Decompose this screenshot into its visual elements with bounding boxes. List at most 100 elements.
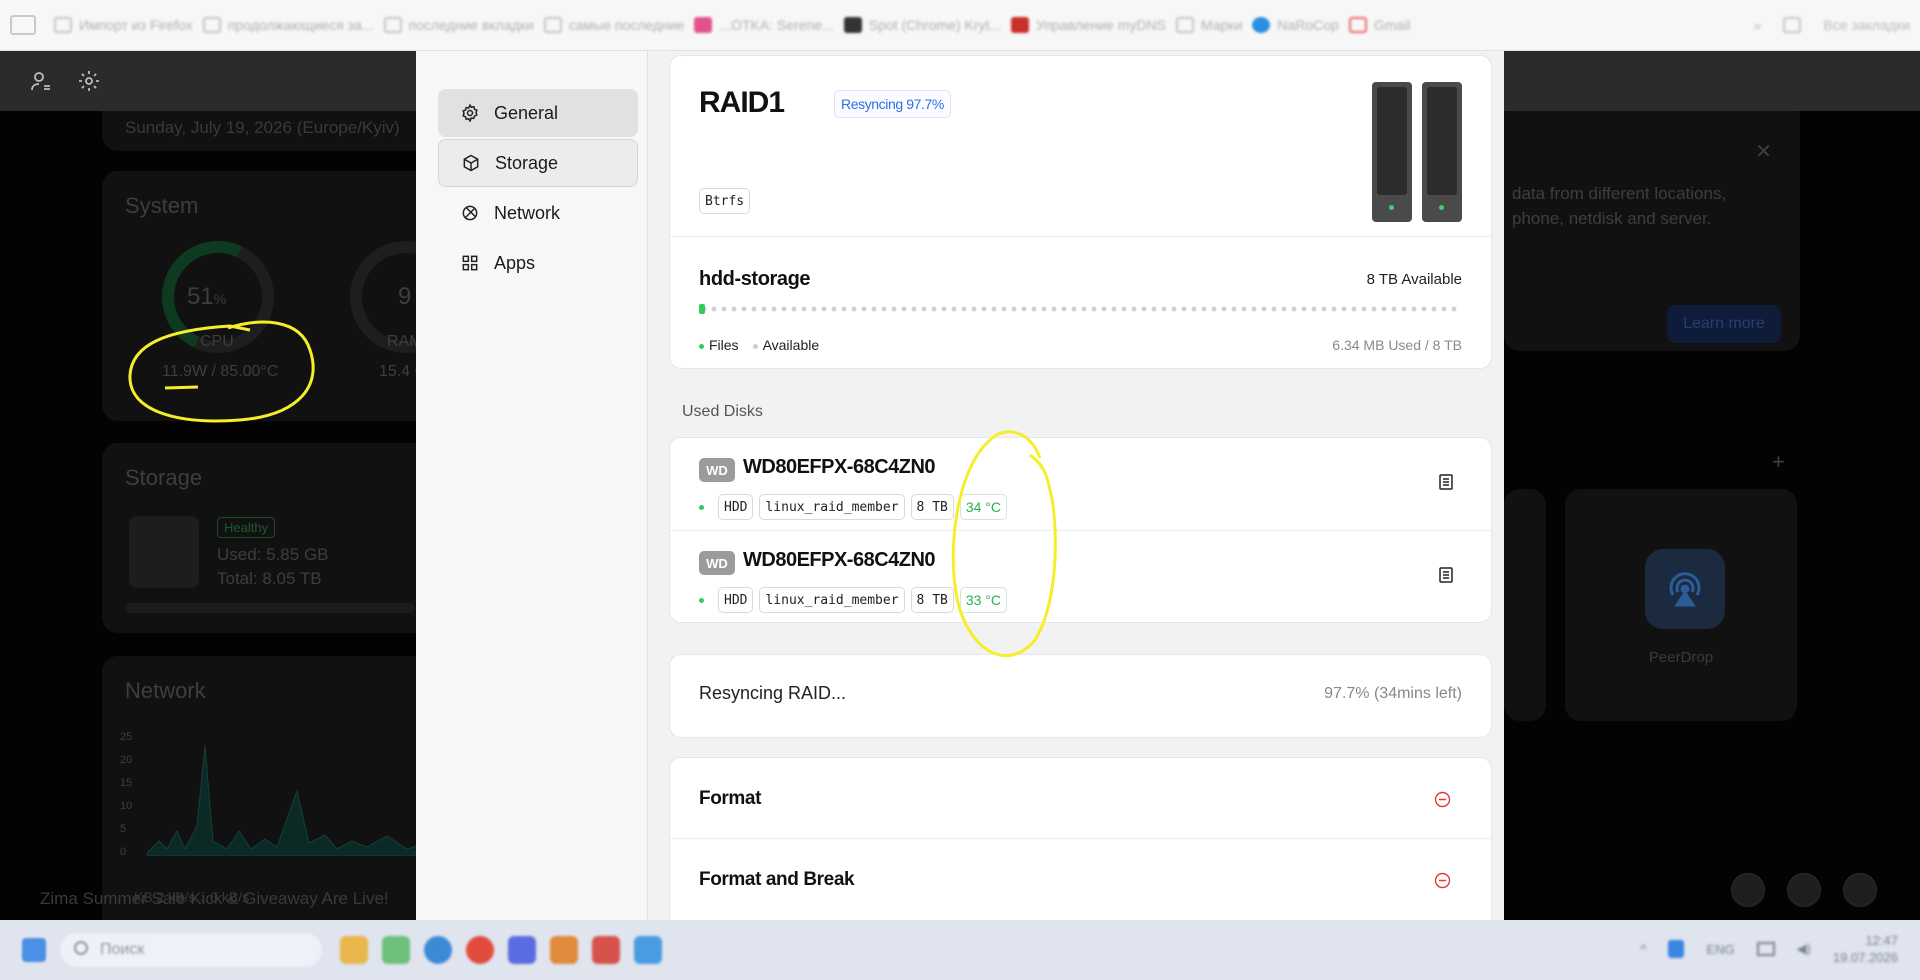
apps-icon (462, 255, 478, 271)
chevron-right-icon[interactable]: » (1754, 17, 1762, 33)
disk-model: WD80EFPX-68C4ZN0 (743, 456, 936, 478)
system-tray: ^ ENG ◀) 12:47 19.07.2026 (1640, 932, 1898, 966)
speaker-icon[interactable]: ◀) (1797, 941, 1811, 957)
bookmark-item[interactable]: последние вкладки (383, 17, 534, 33)
raid-title: RAID1 (699, 86, 785, 119)
calendar-icon[interactable] (508, 936, 536, 964)
nav-storage[interactable]: Storage (438, 139, 638, 187)
ram-percent: 9 (398, 283, 412, 310)
taskbar-search[interactable]: Поиск (60, 933, 322, 967)
apps-grid-icon[interactable] (10, 15, 36, 35)
raid-status-badge: Resyncing 97.7% (834, 90, 951, 118)
disk-role-tag: linux_raid_member (759, 587, 905, 613)
edge-icon[interactable] (424, 936, 452, 964)
resync-card: Resyncing RAID... 97.7% (34mins left) (669, 654, 1492, 738)
file-explorer-icon[interactable] (340, 936, 368, 964)
chat-icon[interactable] (1787, 873, 1821, 907)
cpu-detail: 11.9W / 85.00°C (162, 363, 279, 380)
document-icon[interactable] (1439, 474, 1453, 490)
network-rates: KB 2 kB/s ↓ 0 kB/s (134, 889, 250, 905)
bookmark-item[interactable]: Spot (Chrome) Kryt... (843, 17, 1001, 33)
bookmark-item[interactable]: Импорт из Firefox (54, 17, 193, 33)
minus-circle-icon[interactable] (1434, 791, 1451, 808)
drive-bay (1422, 82, 1462, 222)
bookmark-label: Марки (1201, 17, 1243, 33)
drive-led (1389, 205, 1394, 210)
user-settings-icon[interactable] (29, 69, 53, 93)
bookmark-icon (1011, 17, 1030, 33)
bookmarks-bar: Импорт из Firefox продолжающиеся за... п… (0, 0, 1920, 51)
language-indicator[interactable]: ENG (1706, 942, 1734, 957)
network-chart (147, 745, 432, 856)
folder-icon (543, 17, 562, 33)
pool-available: 8 TB Available (1366, 271, 1462, 288)
network-card: Network 25 20 15 10 5 0 (102, 656, 432, 920)
disk-row[interactable]: WD WD80EFPX-68C4ZN0 HDD linux_raid_membe… (670, 438, 1491, 530)
nav-label: Storage (495, 152, 559, 173)
app-tile[interactable] (1504, 489, 1546, 721)
format-card: Format Format and Break (669, 757, 1492, 920)
bookmark-item[interactable]: ...OTKA: Serene... (694, 17, 834, 33)
peerdrop-tile[interactable]: PeerDrop (1565, 489, 1797, 721)
disk-type-tag: HDD (718, 494, 754, 520)
network-title: Network (125, 678, 206, 703)
bookmark-label: NaRoCop (1277, 17, 1339, 33)
drive-led (1439, 205, 1444, 210)
bookmark-label: Импорт из Firefox (79, 17, 193, 33)
bookmark-icon (694, 17, 713, 33)
network-y-ticks: 25 20 15 10 5 0 (120, 731, 133, 858)
bookmark-label: последние вкладки (408, 17, 534, 33)
peerdrop-label: PeerDrop (1648, 649, 1714, 666)
document-icon[interactable] (1439, 567, 1453, 583)
nav-label: Apps (494, 252, 536, 273)
app-icon[interactable] (382, 936, 410, 964)
disk-status-dot (699, 597, 704, 603)
monitor-icon[interactable] (1756, 942, 1775, 956)
storage-status-badge: Healthy (217, 517, 276, 538)
dashboard-date: Sunday, July 19, 2026 (125, 118, 292, 137)
promo-text: data from different locations, phone, ne… (1512, 184, 1727, 228)
folder-icon (1783, 17, 1802, 33)
nav-general[interactable]: General (438, 89, 638, 137)
pool-usage: 6.34 MB Used / 8 TB (1332, 337, 1462, 353)
mail-icon[interactable] (1731, 873, 1765, 907)
app-icon[interactable] (634, 936, 662, 964)
folder-icon (54, 17, 72, 33)
bookmark-item[interactable]: Управление myDNS (1011, 17, 1166, 33)
date-card: Sunday, July 19, 2026 (Europe/Kyiv) (102, 111, 432, 151)
windows-start-icon[interactable] (22, 938, 46, 962)
bookmark-item[interactable]: NaRoCop (1252, 17, 1339, 33)
drive-bays (1372, 82, 1462, 222)
other-bookmarks-link[interactable]: Все закладки (1823, 17, 1910, 33)
users-icon[interactable] (1843, 873, 1877, 907)
folder-icon (202, 17, 221, 33)
disk-tags: HDD linux_raid_member 8 TB 34 °C (699, 494, 1008, 520)
clock[interactable]: 12:47 19.07.2026 (1833, 932, 1898, 966)
storage-bar (125, 603, 415, 613)
app-icon[interactable] (550, 936, 578, 964)
gear-icon[interactable] (77, 69, 101, 93)
close-icon[interactable]: ✕ (1755, 139, 1772, 164)
bookmark-icon (1252, 17, 1271, 33)
chrome-icon[interactable] (466, 936, 494, 964)
disk-row[interactable]: WD WD80EFPX-68C4ZN0 HDD linux_raid_membe… (670, 531, 1491, 622)
chevron-up-icon[interactable]: ^ (1640, 942, 1646, 957)
learn-more-button[interactable]: Learn more (1667, 305, 1781, 343)
bookmark-item[interactable]: самые последние (543, 17, 685, 33)
divider (670, 236, 1491, 237)
plus-icon[interactable]: + (1772, 449, 1785, 475)
nav-network[interactable]: Network (438, 189, 638, 237)
disk-temp-tag: 33 °C (959, 587, 1008, 613)
disk-tags: HDD linux_raid_member 8 TB 33 °C (699, 587, 1008, 613)
bookmark-item[interactable]: Марки (1176, 17, 1242, 33)
taskbar-apps (340, 936, 662, 964)
nav-apps[interactable]: Apps (438, 239, 638, 287)
app-icon[interactable] (592, 936, 620, 964)
wd-logo: WD (699, 551, 735, 575)
dashboard-timezone: (Europe/Kyiv) (296, 118, 400, 137)
bookmark-item[interactable]: продолжающиеся за... (202, 17, 374, 33)
minus-circle-icon[interactable] (1434, 872, 1451, 889)
bookmark-item[interactable]: Gmail (1348, 17, 1410, 33)
shield-icon[interactable] (1668, 940, 1685, 958)
bookmark-label: самые последние (568, 17, 685, 33)
